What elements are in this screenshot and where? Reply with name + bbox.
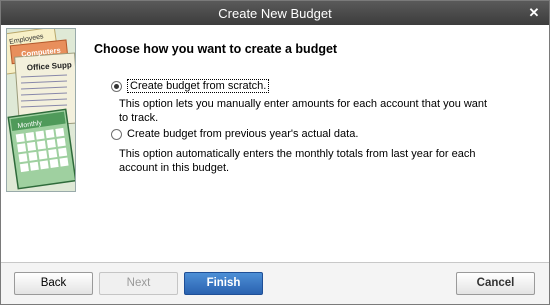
next-button[interactable]: Next <box>99 272 178 295</box>
close-icon[interactable]: ✕ <box>525 4 543 22</box>
page-heading: Choose how you want to create a budget <box>94 42 338 56</box>
option-scratch-description: This option lets you manually enter amou… <box>119 98 488 124</box>
radio-scratch[interactable] <box>111 80 122 92</box>
option-scratch-label: Create budget from scratch. <box>127 79 270 93</box>
cancel-button[interactable]: Cancel <box>456 272 535 295</box>
radio-previous-year[interactable] <box>111 128 122 140</box>
back-button[interactable]: Back <box>14 272 93 295</box>
option-previous-year-label: Create budget from previous year's actua… <box>127 128 359 140</box>
option-previous-year-description: This option automatically enters the mon… <box>119 148 476 174</box>
button-bar: Back Next Finish Cancel <box>1 262 549 304</box>
finish-button[interactable]: Finish <box>184 272 263 295</box>
option-scratch[interactable]: Create budget from scratch. <box>111 79 270 93</box>
title-bar: Create New Budget ✕ <box>1 1 549 25</box>
create-new-budget-dialog: Create New Budget ✕ Employees Computers … <box>0 0 550 305</box>
window-title: Create New Budget <box>218 6 332 21</box>
budget-illustration-icon: Employees Computers Office Supp Monthly <box>6 28 76 192</box>
option-previous-year[interactable]: Create budget from previous year's actua… <box>111 128 358 140</box>
